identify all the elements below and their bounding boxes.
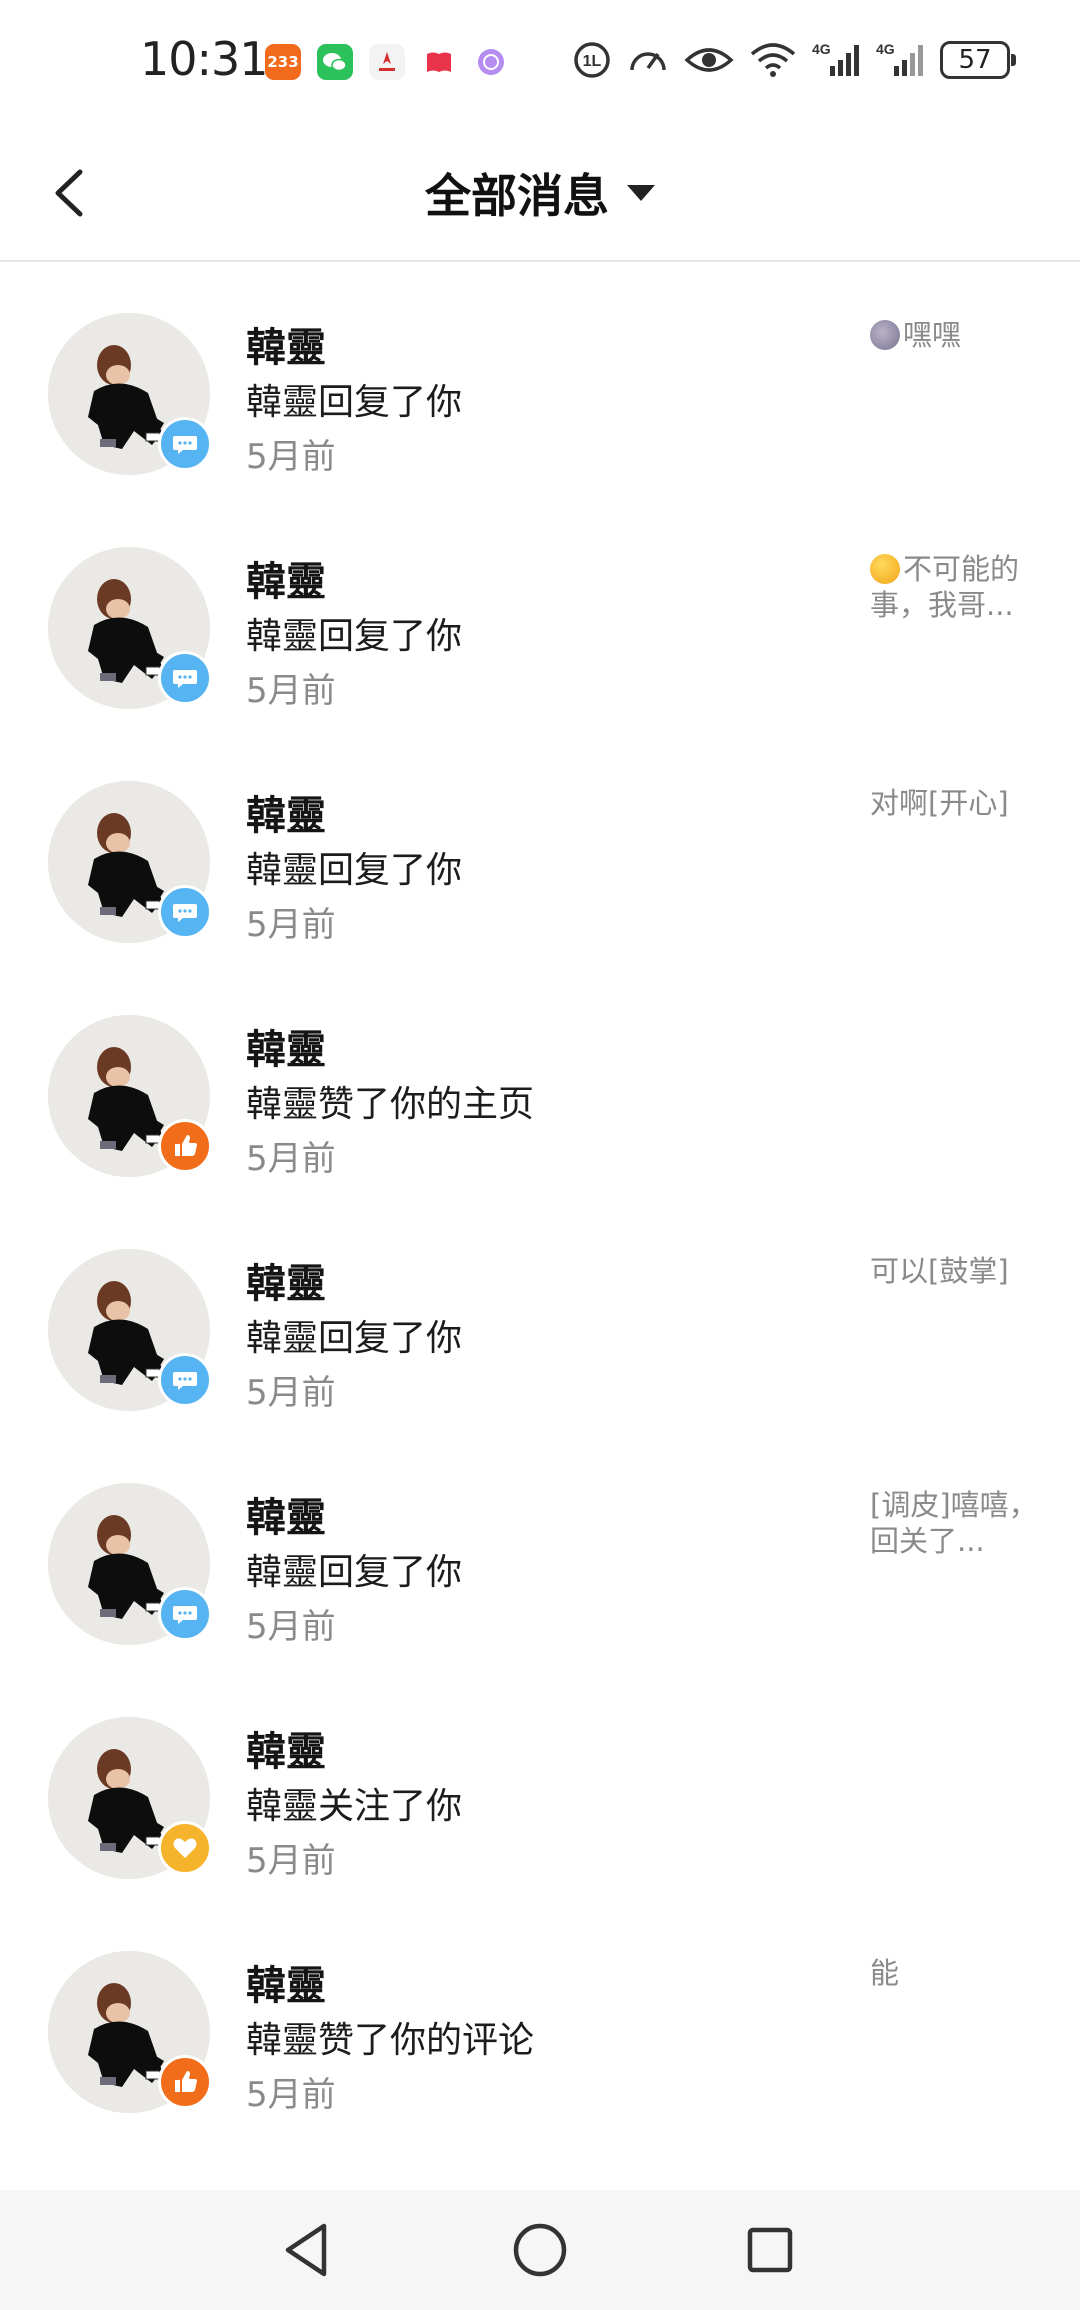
message-preview[interactable]: 可以[鼓掌] [870, 1253, 1040, 1289]
message-list[interactable]: 5月前 韓靈 韓靈回复了你 5月前 嘿嘿 [0, 262, 1080, 2190]
sender-name[interactable]: 韓靈 [246, 1485, 326, 1543]
dropdown-caret-icon [627, 185, 655, 201]
message-item[interactable]: 韓靈 韓靈赞了你的主页 5月前 [0, 963, 1080, 1197]
message-item[interactable]: 韓靈 韓靈回复了你 5月前 不可能的事，我哥... [0, 495, 1080, 729]
message-action-text: 韓靈关注了你 [246, 1786, 463, 1827]
message-time: 5月前 [246, 671, 336, 711]
message-preview[interactable]: 嘿嘿 [870, 317, 1040, 353]
message-time: 5月前 [246, 1139, 336, 1179]
comment-badge-icon [158, 417, 212, 471]
sender-name[interactable]: 韓靈 [246, 1017, 326, 1075]
message-preview-text: 对啊[开心] [870, 786, 1009, 820]
circle-home-icon [513, 2223, 567, 2277]
svg-text:1L: 1L [583, 53, 602, 70]
message-item[interactable]: 韓靈 韓靈赞了你的评论 5月前 能 [0, 1899, 1080, 2133]
message-preview[interactable]: 不可能的事，我哥... [870, 551, 1040, 623]
square-recents-icon [747, 2227, 793, 2273]
comment-badge-icon [158, 1353, 212, 1407]
triangle-back-icon [285, 2223, 327, 2277]
message-time: 5月前 [246, 1373, 336, 1413]
eye-icon [684, 48, 734, 72]
svg-text:4G: 4G [812, 41, 831, 57]
message-time: 5月前 [246, 905, 336, 945]
message-time: 5月前 [246, 2075, 336, 2115]
signal-4g-icon-2: 4G [876, 41, 923, 76]
message-item[interactable]: 韓靈 韓靈回复了你 5月前 对啊[开心] [0, 729, 1080, 963]
message-action-text: 韓靈回复了你 [246, 382, 463, 423]
huawei-icon [369, 44, 405, 80]
sender-name[interactable]: 韓靈 [246, 1251, 326, 1309]
notification-app-icons: 233 [265, 44, 509, 80]
battery-icon: 57 [940, 41, 1016, 79]
browser-app-icon [473, 44, 509, 80]
message-item[interactable]: 韓靈 韓靈关注了你 5月前 [0, 1665, 1080, 1899]
message-time: 5月前 [246, 437, 336, 477]
sender-name[interactable]: 韓靈 [246, 783, 326, 841]
message-action-text: 韓靈赞了你的主页 [246, 1084, 535, 1125]
message-preview-text: 嘿嘿 [903, 318, 962, 352]
status-bar: 10:31 233 1L 4G 4G 57 [0, 0, 1080, 130]
page-title: 全部消息 [425, 169, 609, 223]
follow-badge-icon [158, 1821, 212, 1875]
message-preview[interactable]: 对啊[开心] [870, 785, 1040, 821]
message-preview-text: 可以[鼓掌] [870, 1254, 1009, 1288]
message-action-text: 韓靈回复了你 [246, 850, 463, 891]
nav-home-button[interactable] [508, 2218, 572, 2282]
new-moon-face-emoji-icon [870, 320, 900, 350]
speedometer-icon [630, 52, 666, 71]
data-saver-icon: 1L [574, 42, 610, 78]
message-item[interactable]: 韓靈 韓靈回复了你 5月前 嘿嘿 [0, 262, 1080, 495]
message-action-text: 韓靈赞了你的评论 [246, 2020, 535, 2061]
comment-badge-icon [158, 1587, 212, 1641]
status-time: 10:31 [140, 32, 269, 86]
comment-badge-icon [158, 651, 212, 705]
message-action-text: 韓靈回复了你 [246, 616, 463, 657]
message-preview[interactable]: 能 [870, 1955, 1040, 1991]
navigation-bar [0, 2190, 1080, 2310]
book-app-icon [421, 44, 457, 80]
signal-4g-icon: 4G [812, 41, 859, 76]
sender-name[interactable]: 韓靈 [246, 315, 326, 373]
like-badge-icon [158, 2055, 212, 2109]
nav-recents-button[interactable] [738, 2218, 802, 2282]
wifi-icon [750, 43, 796, 77]
comment-badge-icon [158, 885, 212, 939]
message-action-text: 韓靈回复了你 [246, 1552, 463, 1593]
message-preview[interactable]: [调皮]嘻嘻，回关了... [870, 1487, 1040, 1559]
nav-back-button[interactable] [276, 2218, 340, 2282]
system-status-icons: 1L 4G 4G 57 [572, 40, 1016, 80]
message-preview-text: 能 [870, 1956, 900, 1990]
message-list-content: 5月前 韓靈 韓靈回复了你 5月前 嘿嘿 [0, 262, 1080, 2133]
sender-name[interactable]: 韓靈 [246, 549, 326, 607]
sender-name[interactable]: 韓靈 [246, 1953, 326, 2011]
message-item[interactable]: 韓靈 韓靈回复了你 5月前 [调皮]嘻嘻，回关了... [0, 1431, 1080, 1665]
wechat-icon [317, 44, 353, 80]
message-time: 5月前 [246, 1841, 336, 1881]
message-item[interactable]: 韓靈 韓靈回复了你 5月前 可以[鼓掌] [0, 1197, 1080, 1431]
like-badge-icon [158, 1119, 212, 1173]
message-filter-dropdown[interactable]: 全部消息 [0, 160, 1080, 226]
message-time: 5月前 [246, 1607, 336, 1647]
grinning-face-emoji-icon [870, 554, 900, 584]
message-action-text: 韓靈回复了你 [246, 1318, 463, 1359]
title-bar: 全部消息 [0, 130, 1080, 262]
sender-name[interactable]: 韓靈 [246, 1719, 326, 1777]
message-preview-text: [调皮]嘻嘻，回关了... [870, 1488, 1038, 1558]
233-app-icon: 233 [265, 44, 301, 80]
svg-text:4G: 4G [876, 41, 895, 57]
